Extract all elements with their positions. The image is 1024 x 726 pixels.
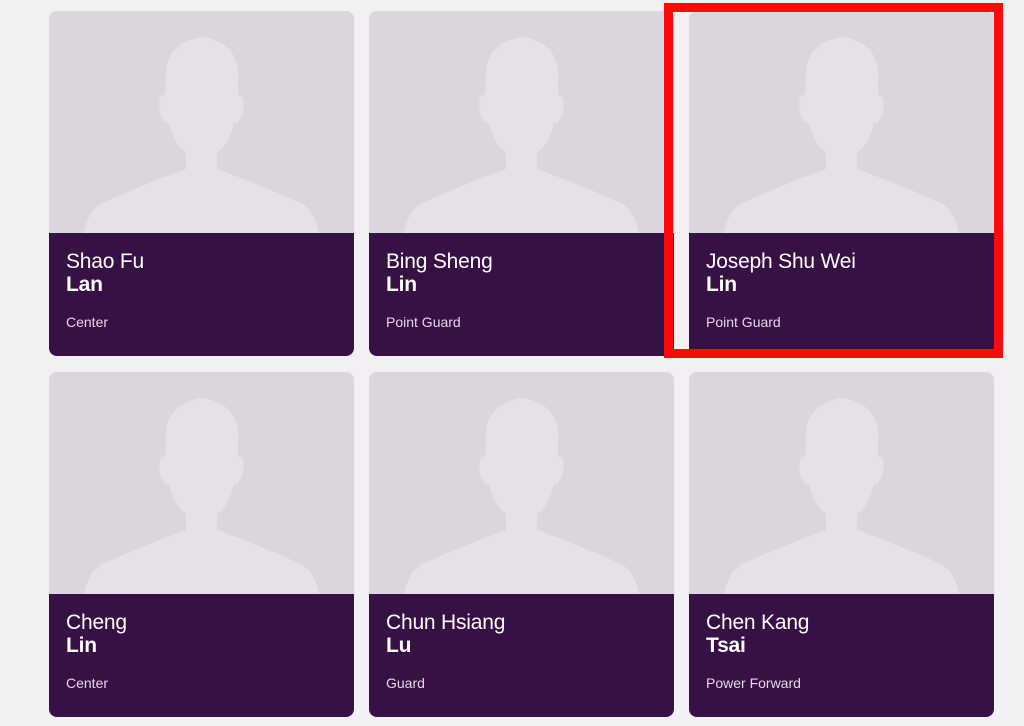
player-photo [689,11,994,233]
player-card-2[interactable]: Bing Sheng Lin Point Guard [369,11,674,356]
player-first-name: Shao Fu [66,250,144,273]
person-silhouette-icon [724,37,959,233]
player-info-panel: Cheng Lin Center [49,594,354,717]
player-last-name: Lin [66,634,97,657]
player-first-name: Chun Hsiang [386,611,506,634]
player-info-panel: Chen Kang Tsai Power Forward [689,594,994,717]
player-position: Center [66,675,109,691]
player-info-panel: Shao Fu Lan Center [49,233,354,356]
person-silhouette-icon [404,398,639,594]
player-last-name: Tsai [706,634,746,657]
player-position: Point Guard [706,314,781,330]
player-info-panel: Bing Sheng Lin Point Guard [369,233,674,356]
player-info-panel: Joseph Shu Wei Lin Point Guard [689,233,994,356]
player-last-name: Lin [706,273,737,296]
person-silhouette-icon [724,398,959,594]
player-position: Center [66,314,109,330]
person-silhouette-icon [404,37,639,233]
player-photo [369,372,674,594]
player-position: Guard [386,675,425,691]
player-card-3[interactable]: Joseph Shu Wei Lin Point Guard [689,11,994,356]
player-roster-grid: Shao Fu Lan Center Bing Sheng Lin Point … [0,0,1024,726]
player-photo [689,372,994,594]
player-last-name: Lu [386,634,412,657]
player-position: Point Guard [386,314,461,330]
player-position: Power Forward [706,675,801,691]
player-card-5[interactable]: Chun Hsiang Lu Guard [369,372,674,717]
person-silhouette-icon [84,37,319,233]
player-first-name: Joseph Shu Wei [706,250,856,273]
player-card-6[interactable]: Chen Kang Tsai Power Forward [689,372,994,717]
player-photo [49,372,354,594]
person-silhouette-icon [84,398,319,594]
player-info-panel: Chun Hsiang Lu Guard [369,594,674,717]
player-card-4[interactable]: Cheng Lin Center [49,372,354,717]
player-first-name: Chen Kang [706,611,810,634]
player-last-name: Lin [386,273,417,296]
player-photo [369,11,674,233]
player-first-name: Cheng [66,611,127,634]
player-first-name: Bing Sheng [386,250,493,273]
player-last-name: Lan [66,273,103,296]
player-card-1[interactable]: Shao Fu Lan Center [49,11,354,356]
player-photo [49,11,354,233]
